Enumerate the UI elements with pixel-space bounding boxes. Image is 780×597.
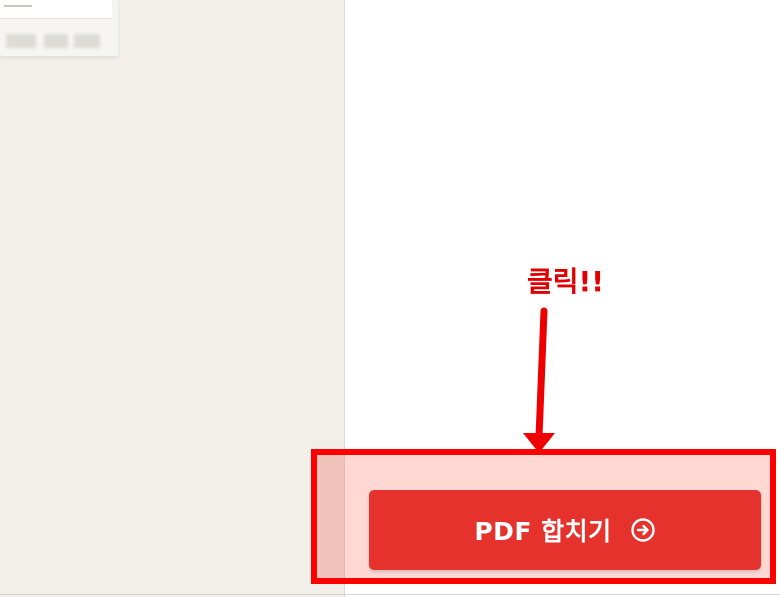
thumbnail-blur-block [44,34,68,48]
bottom-divider [0,594,780,595]
arrow-right-circle-icon [630,517,656,543]
thumbnail-text-line [4,5,32,7]
thumbnail-blur-block [6,34,36,48]
merge-pdf-button[interactable]: PDF 합치기 [369,490,761,570]
merge-button-label: PDF 합치기 [474,517,612,546]
pointer-arrow-icon [523,307,555,453]
pdf-thumbnail[interactable] [0,0,118,56]
file-preview-panel [0,0,345,597]
click-callout: 클릭!! [527,265,605,298]
thumbnail-blur-block [74,34,100,48]
thumbnail-page [0,0,112,19]
